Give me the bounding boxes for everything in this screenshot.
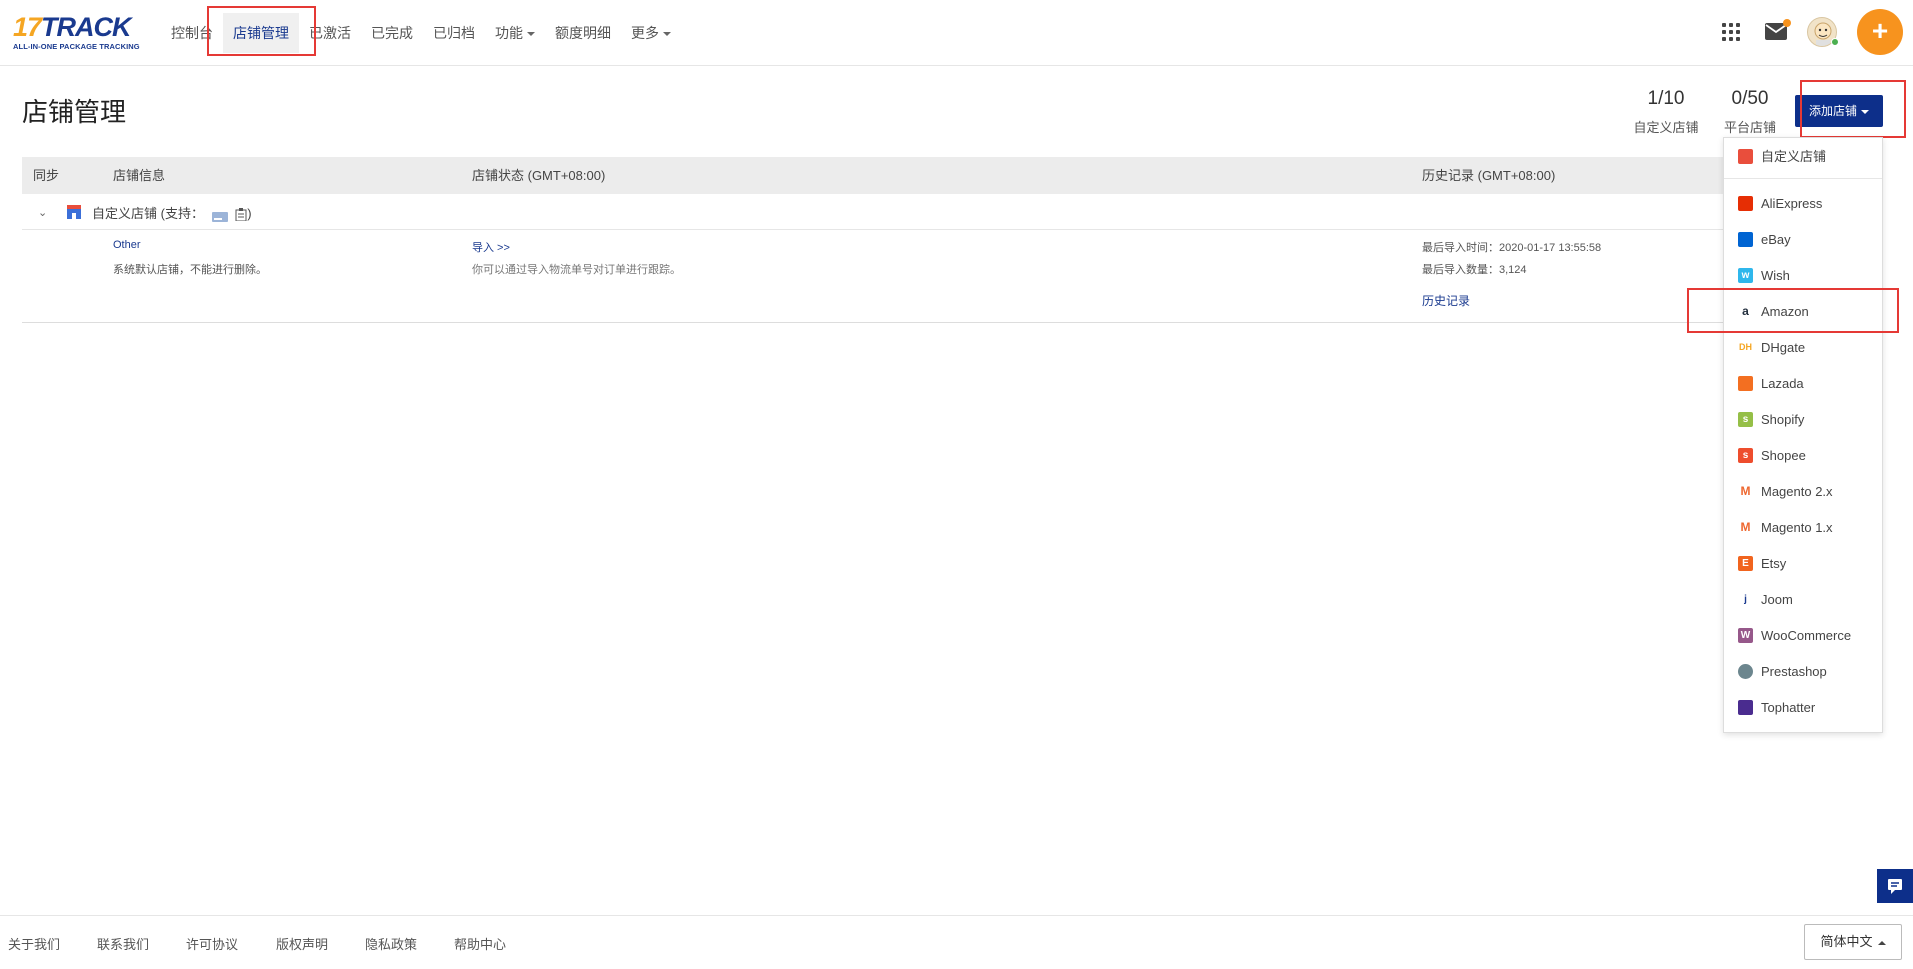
- nav-quota-details[interactable]: 额度明细: [545, 13, 621, 53]
- joom-icon: j: [1738, 592, 1753, 608]
- custom-shop-icon: [1738, 149, 1753, 165]
- dropdown-item-tophatter[interactable]: Tophatter: [1724, 693, 1882, 723]
- dropdown-item-amazon[interactable]: a Amazon: [1724, 297, 1882, 327]
- magento-icon: M: [1738, 520, 1753, 536]
- chevron-up-icon: [1877, 940, 1886, 945]
- nav-dashboard[interactable]: 控制台: [161, 13, 223, 53]
- magento-icon: M: [1738, 484, 1753, 500]
- divider: [1724, 178, 1882, 179]
- nav-more[interactable]: 更多: [621, 13, 681, 53]
- logo-word: TRACK: [41, 12, 131, 42]
- custom-shop-group-row: ⌄ 自定义店铺 (支持： ): [22, 194, 1842, 230]
- add-shop-button[interactable]: 添加店铺: [1795, 95, 1883, 127]
- main-nav: 控制台 店铺管理 已激活 已完成 已归档 功能 额度明细 更多: [161, 13, 681, 53]
- footer-about[interactable]: 关于我们: [8, 934, 60, 953]
- col-history: 历史记录 (GMT+08:00): [1422, 168, 1556, 183]
- group-label: 自定义店铺 (支持：: [92, 206, 204, 221]
- footer: 关于我们 联系我们 许可协议 版权声明 隐私政策 帮助中心 简体中文: [0, 915, 1913, 969]
- dropdown-item-joom[interactable]: j Joom: [1724, 585, 1882, 615]
- table-row: Other 系统默认店铺，不能进行删除。 导入 >> 你可以通过导入物流单号对订…: [22, 230, 1842, 323]
- logo[interactable]: 17TRACK ALL-IN-ONE PACKAGE TRACKING: [13, 12, 143, 52]
- import-description: 你可以通过导入物流单号对订单进行跟踪。: [472, 264, 681, 276]
- col-shop-status: 店铺状态 (GMT+08:00): [472, 168, 606, 183]
- shop-name[interactable]: Other: [113, 239, 141, 251]
- dropdown-item-lazada[interactable]: Lazada: [1724, 369, 1882, 399]
- dropdown-item-custom-shop[interactable]: 自定义店铺: [1724, 142, 1882, 172]
- stat-platform-shops: 0/50 平台店铺: [1723, 88, 1776, 135]
- dropdown-item-ebay[interactable]: eBay: [1724, 225, 1882, 255]
- clipboard-icon: [235, 208, 247, 222]
- nav-archived[interactable]: 已归档: [423, 13, 485, 53]
- dropdown-item-prestashop[interactable]: Prestashop: [1724, 657, 1882, 687]
- last-import-count: 最后导入数量：3,124: [1422, 264, 1527, 276]
- footer-privacy[interactable]: 隐私政策: [365, 934, 417, 953]
- aliexpress-icon: [1738, 196, 1753, 212]
- shopify-icon: s: [1738, 412, 1753, 428]
- stat-custom-shops: 1/10 自定义店铺: [1633, 88, 1699, 135]
- online-status-dot: [1831, 38, 1839, 46]
- amazon-icon: a: [1738, 304, 1753, 320]
- plus-icon[interactable]: +: [1857, 9, 1903, 55]
- footer-copyright[interactable]: 版权声明: [276, 934, 328, 953]
- dropdown-item-magento-2[interactable]: M Magento 2.x: [1724, 477, 1882, 507]
- nav-completed[interactable]: 已完成: [361, 13, 423, 53]
- etsy-icon: E: [1738, 556, 1753, 572]
- page-title: 店铺管理: [22, 97, 127, 127]
- nav-shop-management[interactable]: 店铺管理: [223, 13, 299, 53]
- nav-features[interactable]: 功能: [485, 13, 545, 53]
- last-import-time: 最后导入时间：2020-01-17 13:55:58: [1422, 242, 1602, 254]
- shopee-icon: s: [1738, 448, 1753, 464]
- footer-contact[interactable]: 联系我们: [97, 934, 149, 953]
- dropdown-item-etsy[interactable]: E Etsy: [1724, 549, 1882, 579]
- chevron-down-icon: [527, 32, 535, 37]
- shop-icon: [66, 205, 82, 219]
- top-header: 17TRACK ALL-IN-ONE PACKAGE TRACKING 控制台 …: [0, 0, 1913, 66]
- dropdown-item-wish[interactable]: w Wish: [1724, 261, 1882, 291]
- chevron-down-icon: [1861, 109, 1869, 114]
- dropdown-item-shopee[interactable]: s Shopee: [1724, 441, 1882, 471]
- logo-tagline: ALL-IN-ONE PACKAGE TRACKING: [13, 42, 140, 51]
- col-sync: 同步: [33, 168, 60, 183]
- chat-icon: [1888, 879, 1902, 894]
- wish-icon: w: [1738, 268, 1753, 284]
- footer-license[interactable]: 许可协议: [186, 934, 238, 953]
- table-header: 同步 店铺信息 店铺状态 (GMT+08:00) 历史记录 (GMT+08:00…: [22, 157, 1842, 194]
- import-link[interactable]: 导入 >>: [472, 239, 510, 255]
- col-shop-info: 店铺信息: [113, 168, 166, 183]
- add-shop-dropdown: 自定义店铺 AliExpress eBay w Wish a Amazon DH DH…: [1723, 137, 1883, 733]
- prestashop-icon: [1738, 664, 1753, 680]
- mail-icon[interactable]: [1765, 19, 1791, 40]
- history-link[interactable]: 历史记录: [1422, 292, 1470, 309]
- footer-help[interactable]: 帮助中心: [454, 934, 506, 953]
- card-icon: [211, 210, 228, 222]
- shop-description: 系统默认店铺，不能进行删除。: [113, 264, 267, 276]
- dropdown-item-magento-1[interactable]: M Magento 1.x: [1724, 513, 1882, 543]
- nav-activated[interactable]: 已激活: [299, 13, 361, 53]
- chat-button[interactable]: [1877, 869, 1913, 903]
- notification-dot: [1783, 19, 1791, 27]
- dropdown-item-dhgate[interactable]: DH DHgate: [1724, 333, 1882, 363]
- woocommerce-icon: W: [1738, 628, 1753, 644]
- group-label-suffix: ): [247, 206, 252, 221]
- lazada-icon: [1738, 376, 1753, 392]
- dropdown-item-shopify[interactable]: s Shopify: [1724, 405, 1882, 435]
- ebay-icon: [1738, 232, 1753, 248]
- dropdown-item-woocommerce[interactable]: W WooCommerce: [1724, 621, 1882, 651]
- dhgate-icon: DH: [1738, 340, 1753, 356]
- collapse-icon[interactable]: ⌄: [38, 206, 47, 219]
- tophatter-icon: [1738, 700, 1753, 716]
- logo-number: 17: [13, 12, 42, 42]
- page: 17TRACK ALL-IN-ONE PACKAGE TRACKING 控制台 …: [0, 0, 1913, 969]
- language-select[interactable]: 简体中文: [1804, 924, 1902, 960]
- apps-grid-icon[interactable]: [1722, 23, 1740, 41]
- chevron-down-icon: [663, 32, 671, 37]
- dropdown-item-aliexpress[interactable]: AliExpress: [1724, 189, 1882, 219]
